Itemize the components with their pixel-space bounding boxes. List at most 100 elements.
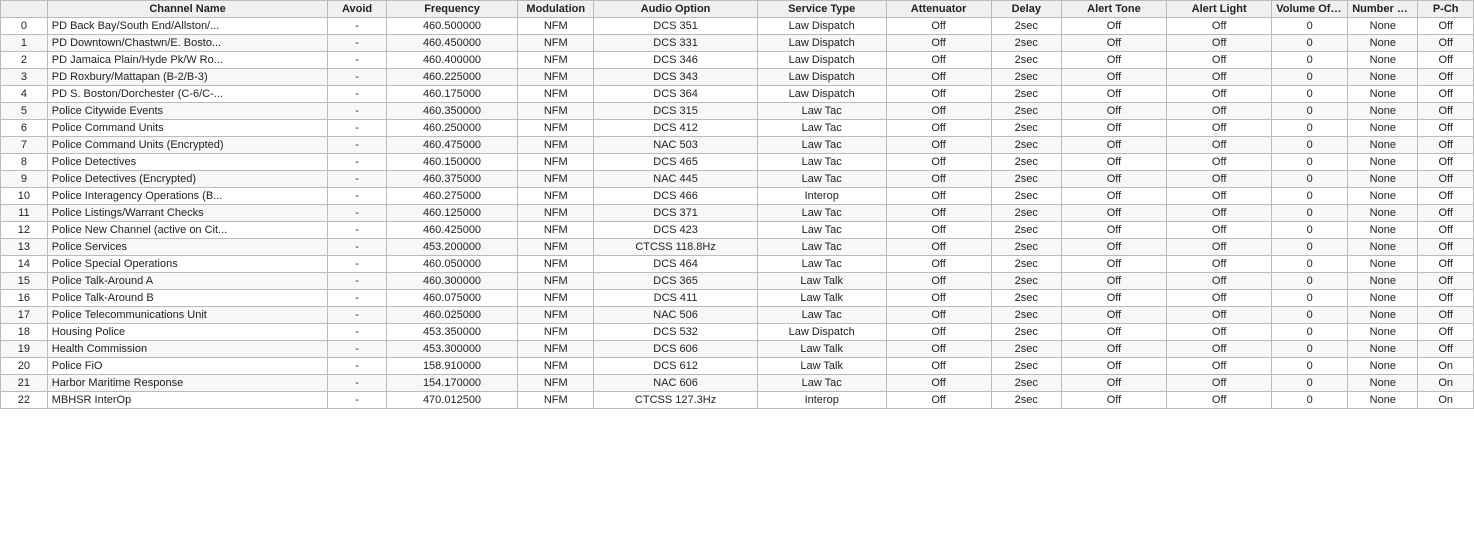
cell-attenuator: Off bbox=[886, 341, 991, 358]
cell-attenuator: Off bbox=[886, 205, 991, 222]
cell-idx: 16 bbox=[1, 290, 48, 307]
table-row: 0PD Back Bay/South End/Allston/...-460.5… bbox=[1, 18, 1474, 35]
cell-audio-option: NAC 606 bbox=[594, 375, 758, 392]
cell-frequency: 470.012500 bbox=[386, 392, 518, 409]
cell-frequency: 460.050000 bbox=[386, 256, 518, 273]
cell-attenuator: Off bbox=[886, 358, 991, 375]
cell-delay: 2sec bbox=[991, 341, 1061, 358]
cell-service-type: Law Tac bbox=[757, 205, 886, 222]
cell-volume-offset: 0 bbox=[1272, 307, 1348, 324]
cell-frequency: 453.300000 bbox=[386, 341, 518, 358]
cell-idx: 15 bbox=[1, 273, 48, 290]
cell-p-ch: Off bbox=[1418, 171, 1474, 188]
cell-p-ch: Off bbox=[1418, 205, 1474, 222]
cell-modulation: NFM bbox=[518, 239, 594, 256]
cell-alert-light: Off bbox=[1167, 290, 1272, 307]
table-row: 20Police FiO-158.910000NFMDCS 612Law Tal… bbox=[1, 358, 1474, 375]
cell-attenuator: Off bbox=[886, 375, 991, 392]
cell-attenuator: Off bbox=[886, 120, 991, 137]
cell-modulation: NFM bbox=[518, 171, 594, 188]
cell-idx: 2 bbox=[1, 52, 48, 69]
cell-alert-tone: Off bbox=[1061, 171, 1166, 188]
cell-attenuator: Off bbox=[886, 171, 991, 188]
cell-volume-offset: 0 bbox=[1272, 86, 1348, 103]
cell-service-type: Law Dispatch bbox=[757, 86, 886, 103]
cell-channel-name: PD S. Boston/Dorchester (C-6/C-... bbox=[47, 86, 328, 103]
col-header-avoid: Avoid bbox=[328, 1, 386, 18]
cell-alert-light: Off bbox=[1167, 171, 1272, 188]
cell-idx: 0 bbox=[1, 18, 48, 35]
col-header-volume-offset: Volume Offset bbox=[1272, 1, 1348, 18]
cell-audio-option: DCS 364 bbox=[594, 86, 758, 103]
cell-number-tag: None bbox=[1348, 69, 1418, 86]
cell-alert-tone: Off bbox=[1061, 222, 1166, 239]
cell-alert-tone: Off bbox=[1061, 358, 1166, 375]
cell-delay: 2sec bbox=[991, 392, 1061, 409]
cell-modulation: NFM bbox=[518, 307, 594, 324]
cell-frequency: 460.500000 bbox=[386, 18, 518, 35]
cell-avoid: - bbox=[328, 154, 386, 171]
cell-modulation: NFM bbox=[518, 137, 594, 154]
table-row: 3PD Roxbury/Mattapan (B-2/B-3)-460.22500… bbox=[1, 69, 1474, 86]
cell-audio-option: NAC 506 bbox=[594, 307, 758, 324]
cell-volume-offset: 0 bbox=[1272, 358, 1348, 375]
cell-modulation: NFM bbox=[518, 290, 594, 307]
cell-number-tag: None bbox=[1348, 239, 1418, 256]
cell-modulation: NFM bbox=[518, 392, 594, 409]
cell-volume-offset: 0 bbox=[1272, 69, 1348, 86]
cell-modulation: NFM bbox=[518, 256, 594, 273]
cell-channel-name: PD Downtown/Chastwn/E. Bosto... bbox=[47, 35, 328, 52]
cell-volume-offset: 0 bbox=[1272, 154, 1348, 171]
cell-service-type: Law Dispatch bbox=[757, 52, 886, 69]
cell-avoid: - bbox=[328, 256, 386, 273]
cell-alert-light: Off bbox=[1167, 35, 1272, 52]
cell-p-ch: Off bbox=[1418, 52, 1474, 69]
col-header-idx bbox=[1, 1, 48, 18]
cell-modulation: NFM bbox=[518, 324, 594, 341]
cell-volume-offset: 0 bbox=[1272, 256, 1348, 273]
cell-audio-option: DCS 343 bbox=[594, 69, 758, 86]
cell-alert-tone: Off bbox=[1061, 188, 1166, 205]
cell-frequency: 460.125000 bbox=[386, 205, 518, 222]
cell-delay: 2sec bbox=[991, 205, 1061, 222]
table-row: 14Police Special Operations-460.050000NF… bbox=[1, 256, 1474, 273]
cell-idx: 18 bbox=[1, 324, 48, 341]
cell-modulation: NFM bbox=[518, 120, 594, 137]
cell-audio-option: DCS 606 bbox=[594, 341, 758, 358]
cell-volume-offset: 0 bbox=[1272, 324, 1348, 341]
cell-avoid: - bbox=[328, 205, 386, 222]
cell-audio-option: DCS 465 bbox=[594, 154, 758, 171]
cell-audio-option: DCS 315 bbox=[594, 103, 758, 120]
cell-modulation: NFM bbox=[518, 52, 594, 69]
cell-delay: 2sec bbox=[991, 256, 1061, 273]
cell-frequency: 460.375000 bbox=[386, 171, 518, 188]
cell-modulation: NFM bbox=[518, 18, 594, 35]
cell-audio-option: NAC 503 bbox=[594, 137, 758, 154]
table-row: 1PD Downtown/Chastwn/E. Bosto...-460.450… bbox=[1, 35, 1474, 52]
cell-number-tag: None bbox=[1348, 290, 1418, 307]
cell-alert-tone: Off bbox=[1061, 307, 1166, 324]
cell-frequency: 154.170000 bbox=[386, 375, 518, 392]
cell-alert-tone: Off bbox=[1061, 205, 1166, 222]
table-row: 13Police Services-453.200000NFMCTCSS 118… bbox=[1, 239, 1474, 256]
table-row: 18Housing Police-453.350000NFMDCS 532Law… bbox=[1, 324, 1474, 341]
cell-channel-name: Police New Channel (active on Cit... bbox=[47, 222, 328, 239]
table-header-row: Channel Name Avoid Frequency Modulation … bbox=[1, 1, 1474, 18]
cell-p-ch: Off bbox=[1418, 18, 1474, 35]
cell-channel-name: Health Commission bbox=[47, 341, 328, 358]
cell-attenuator: Off bbox=[886, 256, 991, 273]
cell-attenuator: Off bbox=[886, 69, 991, 86]
cell-avoid: - bbox=[328, 375, 386, 392]
table-row: 9Police Detectives (Encrypted)-460.37500… bbox=[1, 171, 1474, 188]
cell-alert-light: Off bbox=[1167, 307, 1272, 324]
cell-audio-option: DCS 346 bbox=[594, 52, 758, 69]
cell-idx: 22 bbox=[1, 392, 48, 409]
cell-p-ch: Off bbox=[1418, 239, 1474, 256]
cell-service-type: Law Tac bbox=[757, 256, 886, 273]
cell-idx: 14 bbox=[1, 256, 48, 273]
cell-channel-name: Police Services bbox=[47, 239, 328, 256]
cell-alert-light: Off bbox=[1167, 103, 1272, 120]
cell-service-type: Law Tac bbox=[757, 375, 886, 392]
table-row: 16Police Talk-Around B-460.075000NFMDCS … bbox=[1, 290, 1474, 307]
cell-alert-tone: Off bbox=[1061, 273, 1166, 290]
